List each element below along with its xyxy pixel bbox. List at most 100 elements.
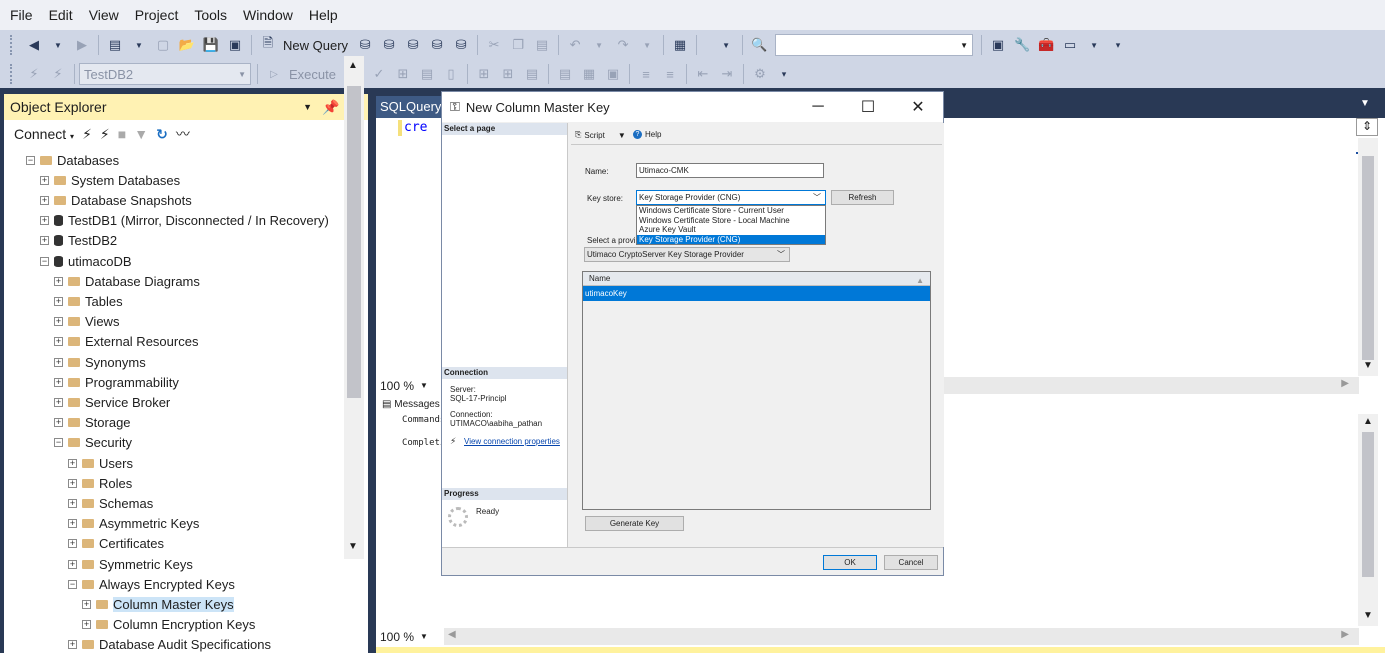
tree-node[interactable]: + External Resources [54, 332, 198, 352]
tree-node[interactable]: + Programmability [54, 372, 179, 392]
tree-node[interactable]: + Symmetric Keys [68, 554, 193, 574]
tree-node[interactable]: + Database Audit Specifications [68, 635, 271, 653]
scroll-down-icon[interactable]: ▼ [348, 541, 358, 552]
code-text[interactable]: cre [404, 120, 427, 135]
toolbar-overflow-icon[interactable]: ▾ [1107, 34, 1129, 56]
configuration-dropdown-icon[interactable]: ▼ [715, 34, 737, 56]
results-zoom-combo[interactable]: 100 % ▼ [376, 628, 444, 645]
cut-icon[interactable]: ✂ [483, 34, 505, 56]
live-stats-icon[interactable]: ⊞ [497, 63, 519, 85]
intellisense-icon[interactable]: ▯ [440, 63, 462, 85]
tree-node[interactable]: + Storage [54, 413, 131, 433]
tree-node[interactable]: + Roles [68, 473, 132, 493]
expand-icon[interactable]: + [54, 418, 63, 428]
find-combo[interactable]: ▼ [775, 34, 974, 56]
tree-node[interactable]: − utimacoDB [40, 251, 132, 271]
tree-node[interactable]: + System Databases [40, 170, 180, 190]
scrollbar-thumb[interactable] [347, 86, 361, 398]
tree-node[interactable]: − Databases [26, 150, 119, 170]
expand-icon[interactable]: + [54, 337, 63, 347]
display-plan-icon[interactable]: ⊞ [392, 63, 414, 85]
generate-key-button[interactable]: Generate Key [585, 516, 684, 531]
tree-node[interactable]: + Column Master Keys [82, 594, 234, 614]
expand-icon[interactable]: + [54, 357, 63, 367]
key-store-option[interactable]: Windows Certificate Store - Local Machin… [637, 216, 825, 226]
refresh-icon[interactable]: ↻ [156, 126, 168, 143]
new-project-dropdown-icon[interactable]: ▼ [128, 34, 150, 56]
menu-edit[interactable]: Edit [41, 0, 81, 30]
properties-wrench-icon[interactable]: 🔧 [1011, 34, 1033, 56]
increase-indent-icon[interactable]: ⇥ [716, 63, 738, 85]
results-to-file-icon[interactable]: ▣ [602, 63, 624, 85]
connect-button[interactable]: Connect ▾ [14, 126, 74, 142]
key-store-option-selected[interactable]: Key Storage Provider (CNG) [637, 234, 825, 244]
results-horizontal-scrollbar[interactable]: ◀ ▶ [444, 628, 1359, 645]
copy-icon[interactable]: ❐ [507, 34, 529, 56]
expand-icon[interactable]: + [40, 195, 49, 205]
new-query-icon[interactable]: 🗎 [257, 34, 279, 56]
xmla-query-icon[interactable]: ⛁ [426, 34, 448, 56]
expand-icon[interactable]: + [54, 317, 63, 327]
expand-icon[interactable]: + [68, 559, 77, 569]
collapse-icon[interactable]: − [40, 256, 49, 266]
view-connection-properties-link[interactable]: View connection properties [464, 437, 560, 446]
minimize-button[interactable]: ─ [793, 98, 843, 116]
add-item-icon[interactable]: ▢ [152, 34, 174, 56]
close-button[interactable]: ✕ [893, 97, 943, 117]
expand-icon[interactable]: + [40, 216, 49, 226]
script-button[interactable]: ⎘ Script ▼ [575, 130, 626, 140]
find-in-files-icon[interactable]: 🔍 [748, 34, 770, 56]
back-dropdown-icon[interactable]: ▼ [47, 34, 69, 56]
terminal-dropdown-icon[interactable]: ▼ [1083, 34, 1105, 56]
back-icon[interactable]: ◀ [23, 34, 45, 56]
results-to-text-icon[interactable]: ▤ [554, 63, 576, 85]
tree-node[interactable]: + Schemas [68, 493, 153, 513]
key-store-option[interactable]: Windows Certificate Store - Current User [637, 206, 825, 216]
dax-query-icon[interactable]: ⛁ [450, 34, 472, 56]
collapse-icon[interactable]: − [68, 579, 77, 589]
collapse-icon[interactable]: − [26, 155, 35, 165]
menu-project[interactable]: Project [127, 0, 187, 30]
cancel-button[interactable]: Cancel [884, 555, 938, 570]
tree-node[interactable]: + TestDB1 (Mirror, Disconnected / In Reco… [40, 211, 329, 231]
new-project-icon[interactable]: ▤ [104, 34, 126, 56]
tab-list-dropdown-icon[interactable]: ▼ [1360, 98, 1370, 109]
expand-icon[interactable]: + [68, 458, 77, 468]
editor-vertical-scrollbar[interactable]: ▼ [1358, 138, 1378, 376]
messages-tab[interactable]: ▤ Messages [382, 399, 440, 410]
expand-icon[interactable]: + [40, 175, 49, 185]
tree-node[interactable]: + Column Encryption Keys [82, 615, 255, 635]
save-icon[interactable]: 💾 [200, 34, 222, 56]
toolbar-grip[interactable] [10, 64, 16, 84]
tree-node[interactable]: + Certificates [68, 534, 164, 554]
toolbar-overflow-icon[interactable]: ▾ [773, 63, 795, 85]
forward-icon[interactable]: ▶ [71, 34, 93, 56]
expand-icon[interactable]: + [68, 640, 77, 650]
tree-node[interactable]: + Synonyms [54, 352, 146, 372]
activity-monitor-icon[interactable]: 〰 [176, 124, 190, 144]
tree-node[interactable]: + TestDB2 [40, 231, 117, 251]
object-explorer-scrollbar[interactable]: ▲ ▼ [344, 56, 364, 559]
expand-icon[interactable]: + [54, 276, 63, 286]
connect-icon[interactable]: ⚡ [23, 63, 45, 85]
menu-view[interactable]: View [81, 0, 127, 30]
results-to-grid-icon[interactable]: ▦ [578, 63, 600, 85]
toolbar-grip[interactable] [10, 35, 16, 55]
tree-node[interactable]: − Security [54, 433, 132, 453]
execute-icon[interactable]: ▷ [263, 63, 285, 85]
grid-header[interactable]: Name ▲ [583, 272, 930, 286]
expand-icon[interactable]: + [54, 377, 63, 387]
redo-icon[interactable]: ↷ [612, 34, 634, 56]
query-editor-tab[interactable]: SQLQuery1 [376, 96, 449, 118]
open-file-icon[interactable]: 📂 [176, 34, 198, 56]
tree-node[interactable]: + Views [54, 312, 119, 332]
tree-node[interactable]: + Database Snapshots [40, 190, 192, 210]
scroll-down-icon[interactable]: ▼ [1363, 610, 1373, 621]
menu-tools[interactable]: Tools [186, 0, 235, 30]
specify-values-icon[interactable]: ⚙ [749, 63, 771, 85]
tree-node[interactable]: + Service Broker [54, 392, 170, 412]
change-connection-icon[interactable]: ⚡ [47, 63, 69, 85]
filter-icon[interactable]: ▼ [134, 126, 148, 142]
collapse-icon[interactable]: − [54, 438, 63, 448]
expand-icon[interactable]: + [68, 478, 77, 488]
